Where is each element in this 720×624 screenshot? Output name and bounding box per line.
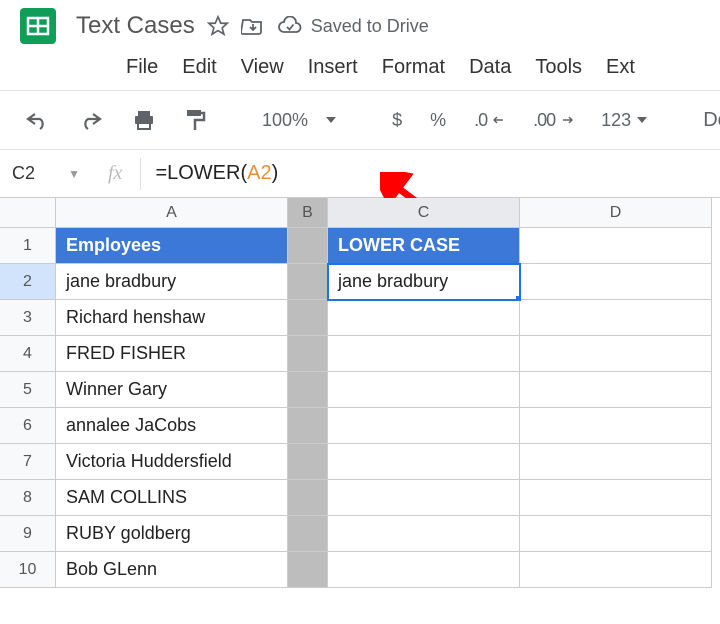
row-header[interactable]: 6 xyxy=(0,408,56,444)
cell[interactable]: SAM COLLINS xyxy=(56,480,288,516)
document-title[interactable]: Text Cases xyxy=(76,12,195,40)
formula-input[interactable]: =LOWER(A2) xyxy=(141,162,278,185)
cell[interactable] xyxy=(288,516,328,552)
row-header[interactable]: 9 xyxy=(0,516,56,552)
cell[interactable] xyxy=(520,336,712,372)
cell[interactable] xyxy=(520,444,712,480)
menu-bar: File Edit View Insert Format Data Tools … xyxy=(0,44,720,90)
redo-icon[interactable] xyxy=(68,104,114,136)
percent-button[interactable]: % xyxy=(420,104,456,137)
menu-view[interactable]: View xyxy=(241,56,284,79)
row-header[interactable]: 10 xyxy=(0,552,56,588)
cell[interactable] xyxy=(520,300,712,336)
saved-status-label: Saved to Drive xyxy=(311,16,429,37)
menu-edit[interactable]: Edit xyxy=(182,56,216,79)
column-header[interactable]: A xyxy=(56,198,288,228)
formula-bar: C2 ▼ fx =LOWER(A2) xyxy=(0,150,720,198)
menu-format[interactable]: Format xyxy=(382,56,445,79)
cell[interactable] xyxy=(288,552,328,588)
menu-extensions[interactable]: Ext xyxy=(606,56,635,79)
cell[interactable] xyxy=(328,480,520,516)
chevron-down-icon[interactable]: ▼ xyxy=(68,167,80,181)
zoom-dropdown[interactable]: 100% xyxy=(252,104,346,137)
name-box[interactable]: C2 ▼ xyxy=(0,163,90,184)
cell[interactable]: annalee JaCobs xyxy=(56,408,288,444)
sheets-logo-icon[interactable] xyxy=(14,2,62,50)
cell[interactable] xyxy=(328,552,520,588)
paint-format-icon[interactable] xyxy=(174,102,216,138)
menu-file[interactable]: File xyxy=(126,56,158,79)
cell[interactable] xyxy=(520,228,712,264)
cell[interactable]: Victoria Huddersfield xyxy=(56,444,288,480)
cell[interactable]: FRED FISHER xyxy=(56,336,288,372)
cell[interactable] xyxy=(328,516,520,552)
cell[interactable] xyxy=(288,408,328,444)
font-dropdown[interactable]: Def xyxy=(693,103,720,138)
cell[interactable] xyxy=(288,480,328,516)
decrease-decimal-button[interactable]: .0 xyxy=(464,104,515,137)
cell-active[interactable]: jane bradbury xyxy=(328,264,520,300)
row-header[interactable]: 5 xyxy=(0,372,56,408)
star-icon[interactable] xyxy=(207,15,229,37)
spreadsheet-grid[interactable]: A B C D 1 Employees LOWER CASE 2 jane br… xyxy=(0,198,720,588)
cell[interactable]: LOWER CASE xyxy=(328,228,520,264)
menu-insert[interactable]: Insert xyxy=(308,56,358,79)
cell[interactable]: RUBY goldberg xyxy=(56,516,288,552)
fx-icon: fx xyxy=(90,158,141,190)
undo-icon[interactable] xyxy=(14,104,60,136)
cell[interactable] xyxy=(520,372,712,408)
cell[interactable]: Bob GLenn xyxy=(56,552,288,588)
cell[interactable] xyxy=(288,228,328,264)
cell[interactable] xyxy=(520,480,712,516)
cell[interactable]: Winner Gary xyxy=(56,372,288,408)
toolbar: 100% $ % .0 .00 123 Def xyxy=(0,90,720,150)
cell[interactable] xyxy=(328,336,520,372)
cloud-saved-icon xyxy=(277,16,303,36)
cell[interactable] xyxy=(520,516,712,552)
column-header[interactable]: B xyxy=(288,198,328,228)
cell[interactable]: Richard henshaw xyxy=(56,300,288,336)
cell[interactable] xyxy=(520,264,712,300)
select-all-corner[interactable] xyxy=(0,198,56,228)
row-header[interactable]: 4 xyxy=(0,336,56,372)
cell[interactable]: Employees xyxy=(56,228,288,264)
cell[interactable] xyxy=(288,444,328,480)
column-header[interactable]: C xyxy=(328,198,520,228)
row-header[interactable]: 2 xyxy=(0,264,56,300)
cell[interactable] xyxy=(520,408,712,444)
cell[interactable] xyxy=(328,408,520,444)
cell[interactable] xyxy=(288,300,328,336)
cell[interactable] xyxy=(328,300,520,336)
currency-button[interactable]: $ xyxy=(382,104,412,137)
move-icon[interactable] xyxy=(241,16,265,36)
cell[interactable]: jane bradbury xyxy=(56,264,288,300)
cell[interactable] xyxy=(520,552,712,588)
row-header[interactable]: 7 xyxy=(0,444,56,480)
column-header[interactable]: D xyxy=(520,198,712,228)
menu-data[interactable]: Data xyxy=(469,56,511,79)
menu-tools[interactable]: Tools xyxy=(535,56,582,79)
print-icon[interactable] xyxy=(122,103,166,137)
increase-decimal-button[interactable]: .00 xyxy=(523,104,583,137)
cell[interactable] xyxy=(288,264,328,300)
number-format-dropdown[interactable]: 123 xyxy=(591,104,657,137)
cell[interactable] xyxy=(328,372,520,408)
row-header[interactable]: 3 xyxy=(0,300,56,336)
row-header[interactable]: 1 xyxy=(0,228,56,264)
row-header[interactable]: 8 xyxy=(0,480,56,516)
cell[interactable] xyxy=(288,372,328,408)
cell[interactable] xyxy=(328,444,520,480)
cell[interactable] xyxy=(288,336,328,372)
